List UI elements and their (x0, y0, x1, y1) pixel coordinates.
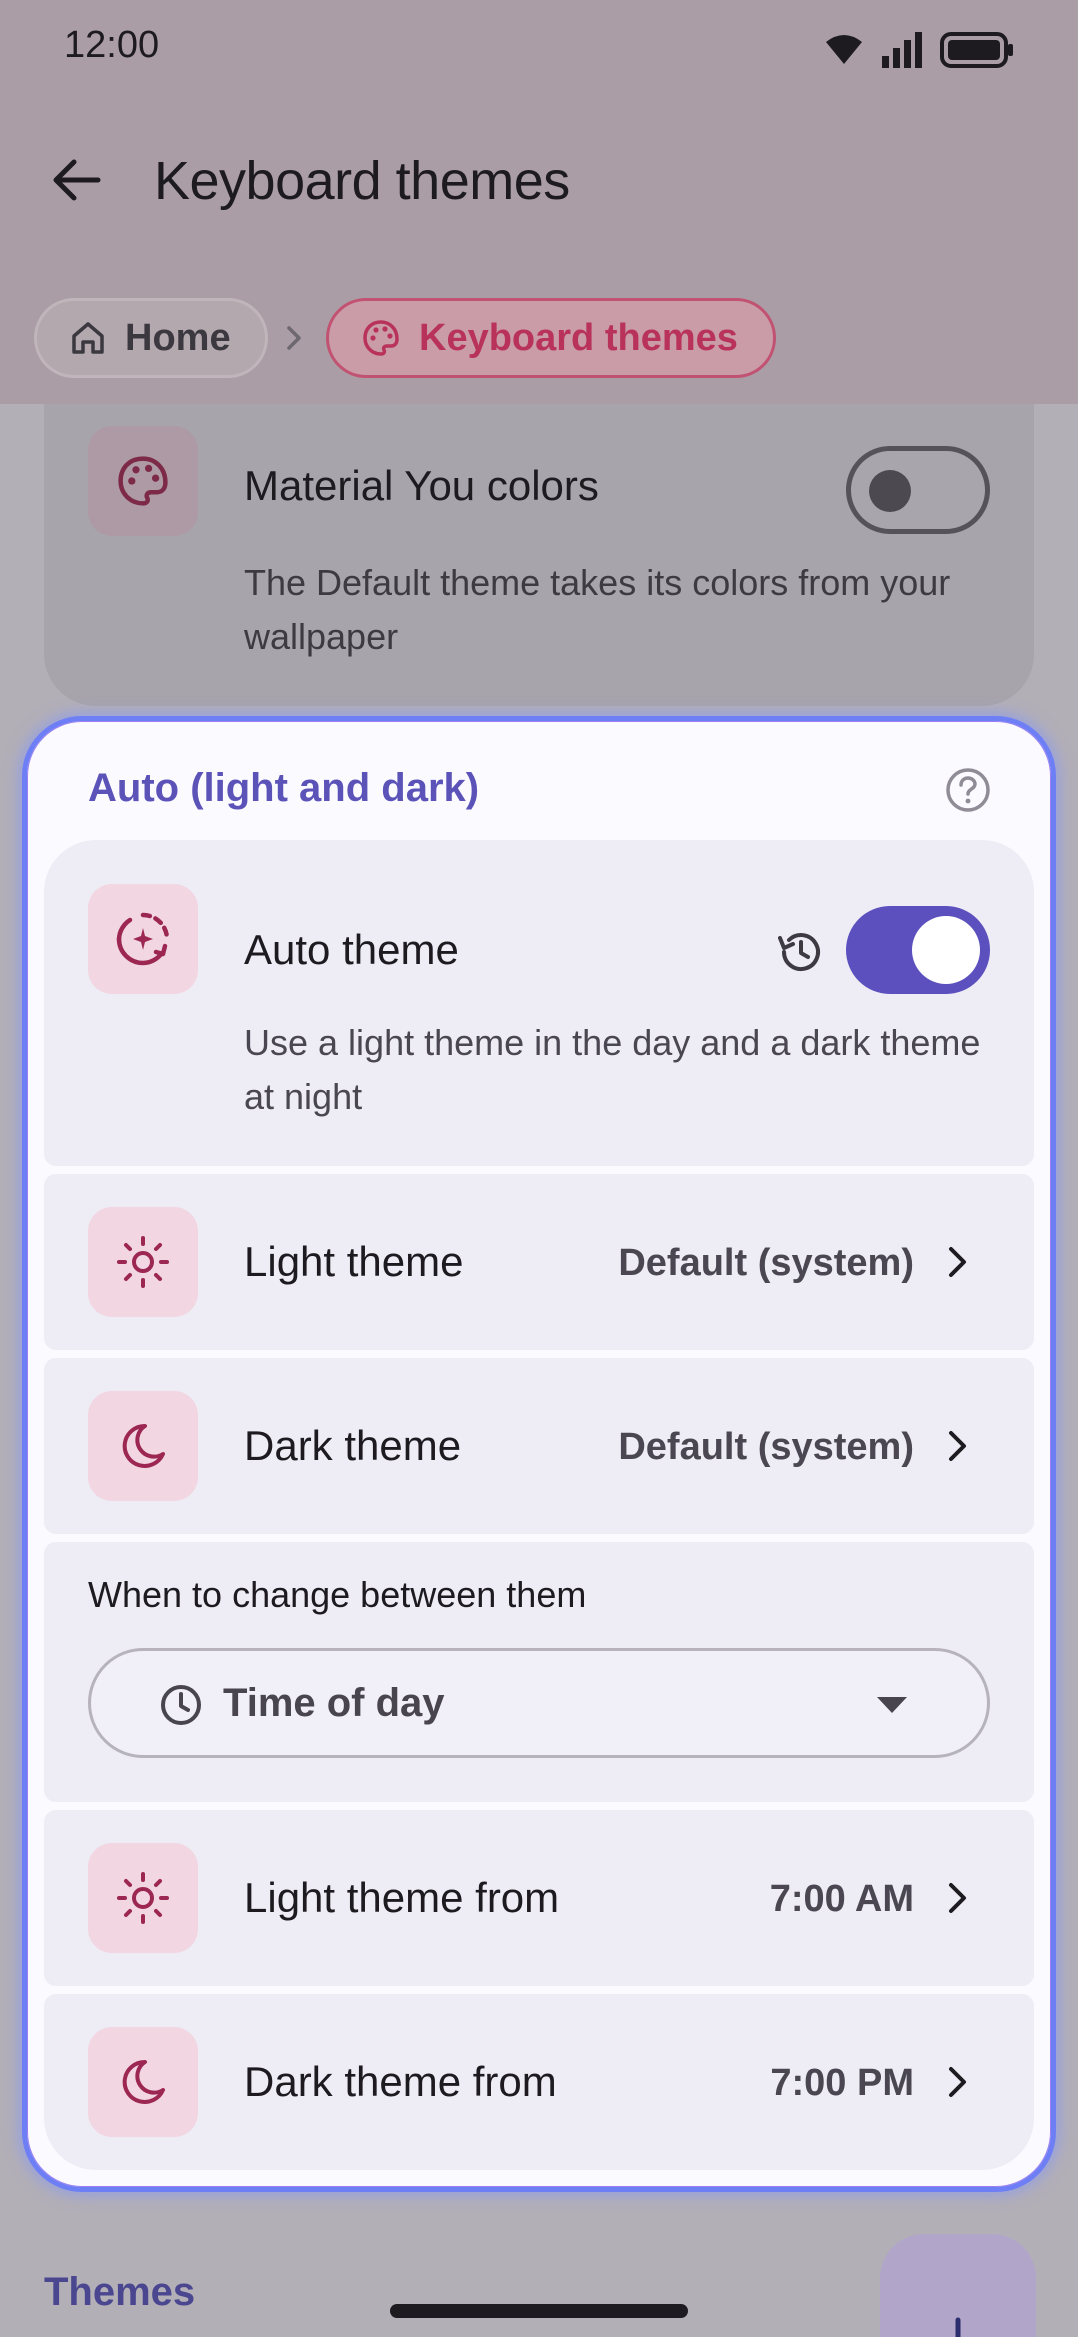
material-palette-icon (88, 426, 198, 536)
plus-icon (955, 2317, 961, 2337)
change-mode-selected: Time of day (223, 1681, 445, 1725)
history-icon[interactable] (774, 926, 826, 978)
help-icon[interactable] (944, 766, 992, 814)
signal-icon (882, 32, 922, 68)
sun-icon (88, 1207, 198, 1317)
material-you-title: Material You colors (244, 462, 599, 509)
light-theme-from-title: Light theme from (244, 1874, 560, 1921)
status-time: 12:00 (64, 24, 160, 66)
auto-theme-toggle[interactable] (846, 906, 990, 994)
palette-icon (363, 320, 399, 356)
material-you-subtitle: The Default theme takes its colors from … (244, 562, 951, 657)
breadcrumb-current[interactable]: Keyboard themes (326, 298, 776, 378)
battery-icon (940, 32, 1013, 68)
auto-theme-title: Auto theme (244, 926, 459, 973)
dropdown-arrow-icon (877, 1697, 907, 1713)
dark-theme-from-value: 7:00 PM (770, 2062, 914, 2104)
chevron-right-icon (949, 1431, 966, 1461)
back-button[interactable] (40, 144, 112, 216)
light-theme-title: Light theme (244, 1238, 464, 1285)
status-icons (822, 28, 1018, 72)
dark-theme-from-title: Dark theme from (244, 2058, 557, 2105)
page-title: Keyboard themes (154, 151, 570, 211)
auto-theme-icon (88, 884, 198, 994)
home-indicator[interactable] (390, 2304, 688, 2318)
chevron-right-icon (949, 1883, 966, 1913)
dark-theme-title: Dark theme (244, 1422, 462, 1469)
sun-icon (88, 1843, 198, 1953)
auto-theme-subtitle: Use a light theme in the day and a dark … (244, 1022, 981, 1117)
dark-theme-value: Default (system) (618, 1426, 914, 1468)
home-icon (72, 322, 104, 354)
light-theme-value: Default (system) (618, 1242, 914, 1284)
chevron-right-icon (949, 1247, 966, 1277)
breadcrumb-current-label: Keyboard themes (419, 316, 738, 359)
themes-section-title: Themes (44, 2270, 196, 2314)
clock-icon (161, 1685, 201, 1725)
material-you-toggle[interactable] (846, 446, 990, 534)
toggle-knob (912, 916, 980, 984)
moon-icon (88, 1391, 198, 1501)
auto-section-title: Auto (light and dark) (88, 766, 480, 810)
light-theme-from-value: 7:00 AM (769, 1878, 914, 1920)
breadcrumb-separator-icon (282, 322, 306, 359)
chevron-right-icon (949, 2067, 966, 2097)
moon-icon (88, 2027, 198, 2137)
breadcrumb-home[interactable]: Home (34, 298, 268, 378)
add-theme-button[interactable] (880, 2234, 1036, 2337)
wifi-icon (826, 35, 862, 64)
back-arrow-icon (53, 159, 101, 201)
change-mode-dropdown[interactable]: Time of day (88, 1648, 990, 1758)
change-mode-label: When to change between them (88, 1574, 587, 1615)
toggle-knob (869, 470, 911, 512)
breadcrumb-home-label: Home (125, 316, 231, 359)
